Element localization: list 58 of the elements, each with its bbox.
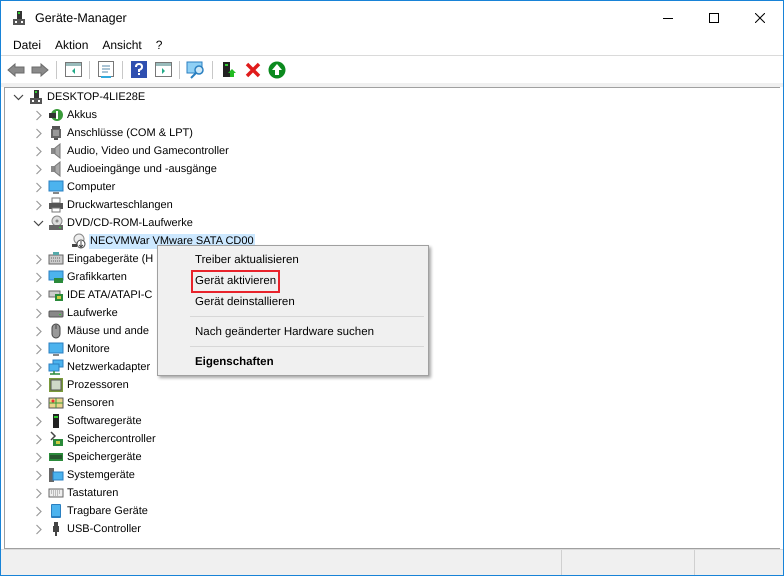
tree-item[interactable]: Softwaregeräte xyxy=(66,414,143,428)
scan-hardware-button[interactable] xyxy=(186,60,206,80)
app-icon xyxy=(11,10,27,26)
storage-controller-icon xyxy=(48,431,64,447)
tree-item[interactable]: Druckwarteschlangen xyxy=(66,198,174,212)
monitor-icon xyxy=(48,179,64,195)
battery-icon xyxy=(48,107,64,123)
window-title: Geräte-Manager xyxy=(35,10,127,27)
properties-button[interactable] xyxy=(96,60,116,80)
processor-icon xyxy=(48,377,64,393)
system-icon xyxy=(48,467,64,483)
context-menu-item[interactable]: Gerät aktivieren xyxy=(191,270,280,293)
menu-item[interactable]: Datei xyxy=(6,36,48,54)
menu-item[interactable]: Ansicht xyxy=(95,36,149,54)
tree-item[interactable]: Netzwerkadapter xyxy=(66,360,152,374)
tree-item[interactable]: Laufwerke xyxy=(66,306,119,320)
tree-item[interactable]: Mäuse und ande xyxy=(66,324,150,338)
network-icon xyxy=(48,359,64,375)
console-tree-button[interactable] xyxy=(63,60,83,80)
tree-item[interactable]: Monitore xyxy=(66,342,111,356)
tree-item[interactable]: Speichercontroller xyxy=(66,432,157,446)
tree-item[interactable]: Tastaturen xyxy=(66,486,120,500)
context-menu-item[interactable]: Nach geänderter Hardware suchen xyxy=(191,321,378,344)
tree-item[interactable]: Audio, Video und Gamecontroller xyxy=(66,144,230,158)
action-pane-button[interactable] xyxy=(153,60,173,80)
monitor-icon xyxy=(48,341,64,357)
context-menu-item[interactable]: Gerät deinstallieren xyxy=(191,291,299,314)
context-menu-item[interactable]: Treiber aktualisieren xyxy=(191,249,303,272)
tree-item[interactable]: DVD/CD-ROM-Laufwerke xyxy=(66,216,194,230)
tree-item[interactable]: Systemgeräte xyxy=(66,468,136,482)
help-button[interactable] xyxy=(129,60,149,80)
maximize-icon[interactable] xyxy=(709,13,719,23)
printer-icon xyxy=(48,197,64,213)
port-icon xyxy=(48,125,64,141)
keyboard-icon xyxy=(48,251,64,267)
tree-item[interactable]: Eingabegeräte (H xyxy=(66,252,154,266)
menu-item[interactable]: ? xyxy=(148,36,170,54)
graphics-card-icon xyxy=(48,269,64,285)
disc-drive-icon xyxy=(48,215,64,231)
tree-item[interactable]: Sensoren xyxy=(66,396,116,410)
tree-item[interactable]: Speichergeräte xyxy=(66,450,143,464)
disc-drive-icon xyxy=(71,233,87,249)
menu-item[interactable]: Aktion xyxy=(48,36,96,54)
tree-item[interactable]: Akkus xyxy=(66,108,98,122)
sensor-icon xyxy=(48,395,64,411)
tablet-icon xyxy=(48,503,64,519)
tree-item[interactable]: Audioeingänge und -ausgänge xyxy=(66,162,218,176)
context-menu-item[interactable]: Eigenschaften xyxy=(191,351,278,374)
tree-item[interactable]: Computer xyxy=(66,180,116,194)
tree-item[interactable]: DESKTOP-4LIE28E xyxy=(46,90,146,104)
tree-item[interactable]: IDE ATA/ATAPI-C xyxy=(66,288,154,302)
tree-item[interactable]: Tragbare Geräte xyxy=(66,504,149,518)
tree-item[interactable]: USB-Controller xyxy=(66,522,142,536)
close-icon[interactable] xyxy=(755,13,765,23)
tree-item[interactable]: Prozessoren xyxy=(66,378,130,392)
tree-item[interactable]: Anschlüsse (COM & LPT) xyxy=(66,126,194,140)
tree-item[interactable]: Grafikkarten xyxy=(66,270,128,284)
enable-device-button[interactable] xyxy=(267,60,287,80)
